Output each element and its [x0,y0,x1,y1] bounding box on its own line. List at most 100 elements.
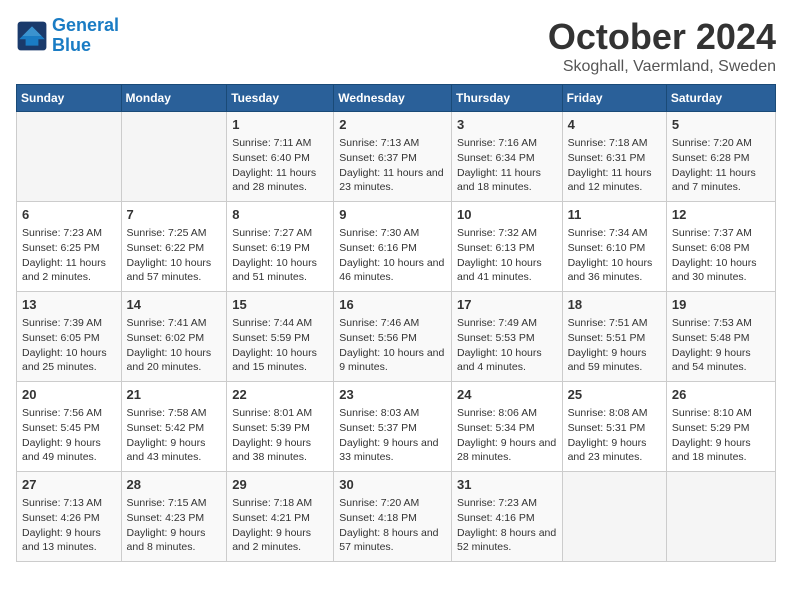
day-info: Sunset: 6:40 PM [232,151,328,166]
day-info: Sunrise: 8:06 AM [457,406,557,421]
logo: General Blue [16,16,119,56]
day-info: Sunset: 4:23 PM [127,511,222,526]
day-info: Daylight: 9 hours and 49 minutes. [22,436,116,465]
day-number: 25 [568,386,661,404]
day-info: Daylight: 9 hours and 43 minutes. [127,436,222,465]
day-number: 22 [232,386,328,404]
day-number: 4 [568,116,661,134]
day-info: Sunset: 5:31 PM [568,421,661,436]
day-info: Sunset: 4:16 PM [457,511,557,526]
day-info: Daylight: 10 hours and 57 minutes. [127,256,222,285]
day-info: Sunset: 6:16 PM [339,241,446,256]
day-number: 18 [568,296,661,314]
day-info: Sunset: 5:45 PM [22,421,116,436]
day-info: Sunset: 5:48 PM [672,331,770,346]
day-info: Sunset: 6:31 PM [568,151,661,166]
day-number: 23 [339,386,446,404]
day-info: Sunset: 6:37 PM [339,151,446,166]
day-info: Sunrise: 7:58 AM [127,406,222,421]
day-info: Daylight: 10 hours and 51 minutes. [232,256,328,285]
weekday-header-saturday: Saturday [666,85,775,112]
day-info: Daylight: 10 hours and 36 minutes. [568,256,661,285]
calendar-cell [666,472,775,562]
day-info: Daylight: 8 hours and 57 minutes. [339,526,446,555]
calendar-cell: 23Sunrise: 8:03 AMSunset: 5:37 PMDayligh… [334,382,452,472]
logo-line2: Blue [52,35,91,55]
calendar-cell: 20Sunrise: 7:56 AMSunset: 5:45 PMDayligh… [17,382,122,472]
day-number: 16 [339,296,446,314]
day-number: 19 [672,296,770,314]
day-info: Sunrise: 8:01 AM [232,406,328,421]
day-number: 17 [457,296,557,314]
calendar-week-4: 20Sunrise: 7:56 AMSunset: 5:45 PMDayligh… [17,382,776,472]
calendar-cell: 26Sunrise: 8:10 AMSunset: 5:29 PMDayligh… [666,382,775,472]
calendar-cell: 21Sunrise: 7:58 AMSunset: 5:42 PMDayligh… [121,382,227,472]
day-info: Daylight: 10 hours and 25 minutes. [22,346,116,375]
day-info: Daylight: 8 hours and 52 minutes. [457,526,557,555]
calendar-cell [562,472,666,562]
day-info: Sunrise: 7:15 AM [127,496,222,511]
day-info: Sunrise: 7:30 AM [339,226,446,241]
day-info: Daylight: 10 hours and 4 minutes. [457,346,557,375]
calendar-cell: 10Sunrise: 7:32 AMSunset: 6:13 PMDayligh… [451,202,562,292]
day-number: 27 [22,476,116,494]
calendar-cell: 13Sunrise: 7:39 AMSunset: 6:05 PMDayligh… [17,292,122,382]
calendar-cell: 30Sunrise: 7:20 AMSunset: 4:18 PMDayligh… [334,472,452,562]
calendar-cell: 1Sunrise: 7:11 AMSunset: 6:40 PMDaylight… [227,112,334,202]
day-info: Daylight: 9 hours and 28 minutes. [457,436,557,465]
day-info: Daylight: 9 hours and 2 minutes. [232,526,328,555]
day-info: Sunrise: 7:23 AM [22,226,116,241]
calendar-cell: 25 Sunrise: 8:08 AMSunset: 5:31 PMDayligh… [562,382,666,472]
day-info: Sunrise: 7:34 AM [568,226,661,241]
day-info: Sunrise: 7:27 AM [232,226,328,241]
day-info: Daylight: 11 hours and 28 minutes. [232,166,328,195]
day-info: Daylight: 9 hours and 38 minutes. [232,436,328,465]
day-info: Sunrise: 7:18 AM [232,496,328,511]
logo-text: General Blue [52,16,119,56]
day-info: Sunrise: 7:39 AM [22,316,116,331]
day-info: Daylight: 9 hours and 13 minutes. [22,526,116,555]
day-info: Sunrise: 8:08 AM [568,406,661,421]
day-number: 1 [232,116,328,134]
weekday-header-tuesday: Tuesday [227,85,334,112]
day-number: 3 [457,116,557,134]
day-info: Daylight: 9 hours and 8 minutes. [127,526,222,555]
calendar-cell [17,112,122,202]
day-info: Sunrise: 7:18 AM [568,136,661,151]
day-info: Sunset: 4:18 PM [339,511,446,526]
calendar-cell: 18Sunrise: 7:51 AMSunset: 5:51 PMDayligh… [562,292,666,382]
day-number: 2 [339,116,446,134]
calendar-cell: 22Sunrise: 8:01 AMSunset: 5:39 PMDayligh… [227,382,334,472]
calendar-subtitle: Skoghall, Vaermland, Sweden [548,58,776,76]
calendar-title: October 2024 [548,16,776,58]
day-info: Sunrise: 8:03 AM [339,406,446,421]
day-info: Sunrise: 7:25 AM [127,226,222,241]
day-info: Sunrise: 7:32 AM [457,226,557,241]
weekday-header-thursday: Thursday [451,85,562,112]
day-info: Sunrise: 7:53 AM [672,316,770,331]
calendar-cell: 9Sunrise: 7:30 AMSunset: 6:16 PMDaylight… [334,202,452,292]
day-number: 7 [127,206,222,224]
day-info: Sunset: 5:56 PM [339,331,446,346]
day-info: Daylight: 9 hours and 54 minutes. [672,346,770,375]
day-info: Sunset: 6:25 PM [22,241,116,256]
calendar-cell: 24Sunrise: 8:06 AMSunset: 5:34 PMDayligh… [451,382,562,472]
calendar-cell: 31Sunrise: 7:23 AMSunset: 4:16 PMDayligh… [451,472,562,562]
weekday-row: SundayMondayTuesdayWednesdayThursdayFrid… [17,85,776,112]
day-number: 6 [22,206,116,224]
day-info: Daylight: 9 hours and 23 minutes. [568,436,661,465]
day-info: Sunset: 6:19 PM [232,241,328,256]
day-info: Sunset: 5:53 PM [457,331,557,346]
calendar-table: SundayMondayTuesdayWednesdayThursdayFrid… [16,84,776,562]
day-info: Sunrise: 7:20 AM [672,136,770,151]
calendar-cell: 27Sunrise: 7:13 AMSunset: 4:26 PMDayligh… [17,472,122,562]
day-info: Sunrise: 7:13 AM [339,136,446,151]
day-info: Sunrise: 7:23 AM [457,496,557,511]
day-info: Sunrise: 7:41 AM [127,316,222,331]
day-number: 8 [232,206,328,224]
day-info: Sunrise: 7:16 AM [457,136,557,151]
calendar-cell: 5Sunrise: 7:20 AMSunset: 6:28 PMDaylight… [666,112,775,202]
day-info: Daylight: 10 hours and 9 minutes. [339,346,446,375]
day-number: 12 [672,206,770,224]
day-info: Sunset: 5:51 PM [568,331,661,346]
